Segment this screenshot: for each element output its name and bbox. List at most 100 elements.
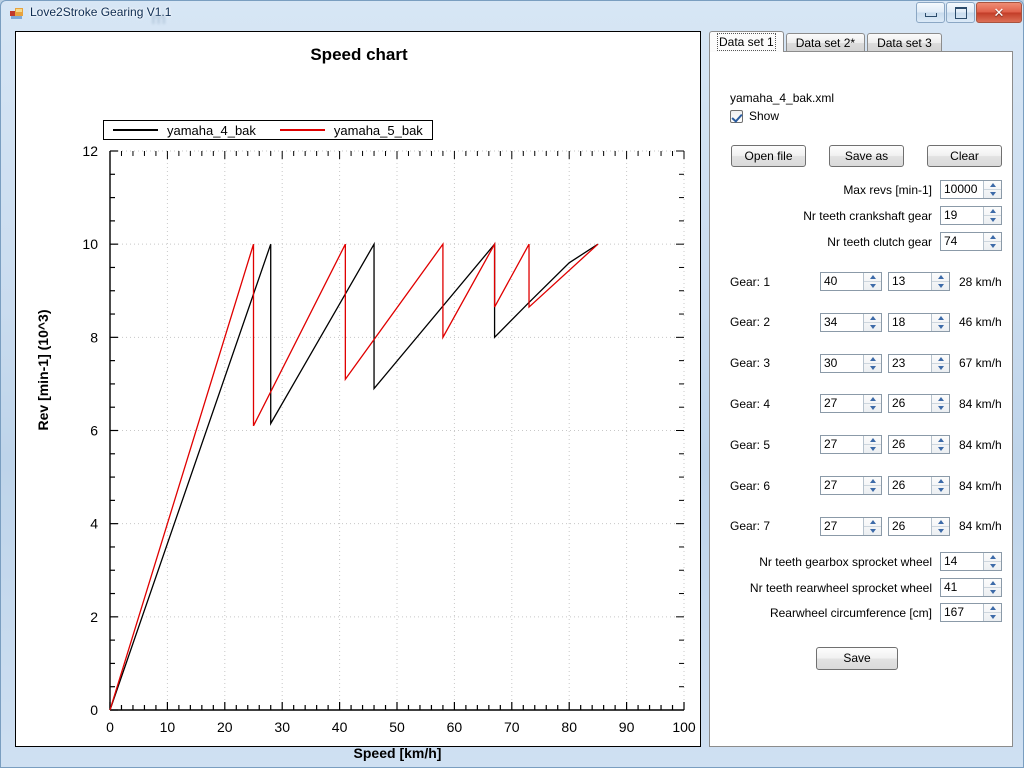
field-spinner-2-up[interactable]	[984, 233, 1001, 242]
gear-6-teeth-a-arrows[interactable]	[863, 477, 881, 494]
gear-3-teeth-b-down[interactable]	[932, 364, 949, 372]
drivetrain-spinner-2[interactable]: 167	[940, 603, 1002, 622]
field-spinner-0-up[interactable]	[984, 181, 1001, 190]
gear-2-teeth-a-down[interactable]	[864, 323, 881, 331]
clear-button[interactable]: Clear	[927, 145, 1002, 167]
gear-5-teeth-b-down[interactable]	[932, 445, 949, 453]
tab-data-set-3[interactable]: Data set 3	[867, 33, 942, 52]
gear-1-teeth-b-down[interactable]	[932, 282, 949, 290]
gear-3-teeth-a-down[interactable]	[864, 364, 881, 372]
field-spinner-1[interactable]: 19	[940, 206, 1002, 225]
drivetrain-spinner-1-arrows[interactable]	[983, 579, 1001, 596]
field-spinner-2-down[interactable]	[984, 242, 1001, 250]
gear-7-teeth-b[interactable]: 26	[888, 516, 950, 536]
field-spinner-0-arrows[interactable]	[983, 181, 1001, 198]
field-spinner-1-up[interactable]	[984, 207, 1001, 216]
gear-6-teeth-b-down[interactable]	[932, 486, 949, 494]
gear-4-teeth-a[interactable]: 27	[820, 394, 882, 414]
minimize-button[interactable]	[916, 2, 945, 23]
field-spinner-1-down[interactable]	[984, 216, 1001, 224]
open-file-button[interactable]: Open file	[731, 145, 806, 167]
gear-6-teeth-a-up[interactable]	[864, 477, 881, 486]
gear-4-teeth-b-up[interactable]	[932, 395, 949, 405]
gear-5-teeth-a-up[interactable]	[864, 436, 881, 446]
drivetrain-spinner-0-arrows[interactable]	[983, 553, 1001, 570]
chevron-down-icon	[989, 192, 996, 196]
gear-2-teeth-b-down[interactable]	[932, 323, 949, 331]
gear-1-teeth-b-up[interactable]	[932, 273, 949, 282]
gear-7-teeth-a-arrows[interactable]	[863, 517, 881, 535]
x-tick-label-8: 80	[561, 719, 577, 735]
drivetrain-spinner-1-down[interactable]	[984, 588, 1001, 596]
gear-6-teeth-b-up[interactable]	[932, 477, 949, 486]
gear-7-teeth-a[interactable]: 27	[820, 516, 882, 536]
gear-7-teeth-a-down[interactable]	[864, 527, 881, 535]
show-checkbox[interactable]	[730, 109, 743, 123]
x-tick-label-7: 70	[504, 719, 520, 735]
app-icon	[10, 8, 23, 19]
gear-4-teeth-b-arrows[interactable]	[931, 395, 949, 413]
gear-3-teeth-a-arrows[interactable]	[863, 354, 881, 372]
gear-2-teeth-b-up[interactable]	[932, 314, 949, 323]
gear-6-teeth-b-arrows[interactable]	[931, 477, 949, 494]
gear-3-teeth-b-up[interactable]	[932, 355, 949, 364]
gear-6-teeth-a-down[interactable]	[864, 486, 881, 494]
gear-1-teeth-a-arrows[interactable]	[863, 273, 881, 290]
gear-4-teeth-a-down[interactable]	[864, 404, 881, 412]
gear-6-teeth-a[interactable]: 27	[820, 476, 882, 495]
gear-4-teeth-a-arrows[interactable]	[863, 395, 881, 413]
tab-label-1: Data set 2*	[795, 36, 856, 50]
drivetrain-spinner-2-up[interactable]	[984, 604, 1001, 613]
tab-data-set-2[interactable]: Data set 2*	[785, 33, 866, 52]
drivetrain-spinner-0-up[interactable]	[984, 553, 1001, 562]
gear-1-teeth-a[interactable]: 40	[820, 272, 882, 291]
gear-7-teeth-b-arrows[interactable]	[931, 517, 949, 535]
gear-7-teeth-b-down[interactable]	[932, 527, 949, 535]
gear-5-teeth-a-down[interactable]	[864, 445, 881, 453]
field-spinner-1-arrows[interactable]	[983, 207, 1001, 224]
gear-4-teeth-b[interactable]: 26	[888, 394, 950, 414]
drivetrain-spinner-0[interactable]: 14	[940, 552, 1002, 571]
gear-5-teeth-b-up[interactable]	[932, 436, 949, 446]
gear-1-teeth-b[interactable]: 13	[888, 272, 950, 291]
gear-5-teeth-a-arrows[interactable]	[863, 436, 881, 454]
gear-7-teeth-a-up[interactable]	[864, 518, 881, 527]
gear-3-teeth-a[interactable]: 30	[820, 353, 882, 373]
gear-2-teeth-a-arrows[interactable]	[863, 313, 881, 331]
y-tick-label-0: 0	[90, 702, 98, 718]
close-button[interactable]: ✕	[976, 2, 1022, 23]
gear-2-teeth-b[interactable]: 18	[888, 312, 950, 332]
save-button[interactable]: Save	[816, 647, 898, 670]
field-spinner-2-arrows[interactable]	[983, 233, 1001, 250]
x-tick-label-1: 10	[160, 719, 176, 735]
gear-7-teeth-b-up[interactable]	[932, 518, 949, 527]
drivetrain-spinner-1-up[interactable]	[984, 579, 1001, 588]
save-as-button[interactable]: Save as	[829, 145, 904, 167]
field-spinner-0-down[interactable]	[984, 190, 1001, 198]
gear-2-teeth-a-up[interactable]	[864, 314, 881, 323]
gear-5-teeth-b[interactable]: 26	[888, 435, 950, 455]
gear-1-teeth-a-up[interactable]	[864, 273, 881, 282]
gear-5-teeth-a[interactable]: 27	[820, 435, 882, 455]
gear-1-teeth-a-down[interactable]	[864, 282, 881, 290]
maximize-button[interactable]	[946, 2, 975, 23]
gear-1-teeth-b-arrows[interactable]	[931, 273, 949, 290]
gear-2-teeth-b-arrows[interactable]	[931, 313, 949, 331]
gear-4-teeth-a-up[interactable]	[864, 395, 881, 405]
field-spinner-0[interactable]: 10000	[940, 180, 1002, 199]
drivetrain-spinner-2-down[interactable]	[984, 613, 1001, 621]
gear-3-teeth-b[interactable]: 23	[888, 353, 950, 373]
show-checkbox-row[interactable]: Show	[730, 109, 779, 123]
gear-2-teeth-a[interactable]: 34	[820, 312, 882, 332]
drivetrain-spinner-2-arrows[interactable]	[983, 604, 1001, 621]
drivetrain-spinner-0-down[interactable]	[984, 562, 1001, 570]
gear-5-teeth-b-arrows[interactable]	[931, 436, 949, 454]
field-spinner-2[interactable]: 74	[940, 232, 1002, 251]
tab-data-set-1[interactable]: Data set 1	[709, 31, 784, 52]
gear-3-teeth-b-arrows[interactable]	[931, 354, 949, 372]
gear-6-teeth-b[interactable]: 26	[888, 476, 950, 495]
gear-4-teeth-b-down[interactable]	[932, 404, 949, 412]
field-row-1: Nr teeth crankshaft gear 19	[730, 206, 1002, 225]
drivetrain-spinner-1[interactable]: 41	[940, 578, 1002, 597]
gear-3-teeth-a-up[interactable]	[864, 355, 881, 364]
